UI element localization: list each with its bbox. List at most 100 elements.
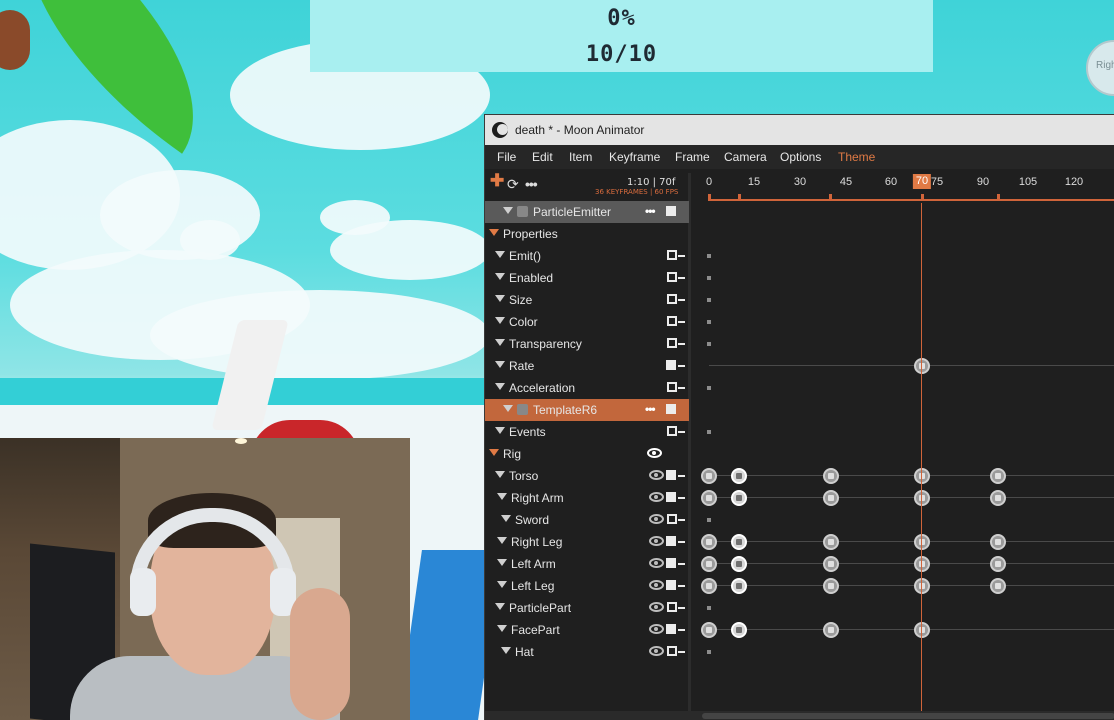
timeline-row-torso[interactable]	[692, 465, 1114, 487]
tree-row-acceleration[interactable]: Acceleration	[485, 377, 689, 399]
eye-icon[interactable]	[649, 558, 664, 568]
keyframe[interactable]	[701, 468, 717, 484]
expand-arrow-icon[interactable]	[495, 603, 505, 610]
tree-row-right-leg[interactable]: Right Leg	[485, 531, 689, 553]
keyframe[interactable]	[701, 556, 717, 572]
track-toggle[interactable]	[666, 470, 676, 480]
keyframe[interactable]	[822, 468, 839, 484]
track-toggle[interactable]	[667, 426, 677, 436]
menu-theme[interactable]: Theme	[838, 150, 875, 164]
tree-row-rate[interactable]: Rate	[485, 355, 689, 377]
expand-arrow-icon[interactable]	[495, 383, 505, 390]
tree-row-transparency[interactable]: Transparency	[485, 333, 689, 355]
timeline-row-right-leg[interactable]	[692, 531, 1114, 553]
track-toggle[interactable]	[667, 602, 677, 612]
tree-row-torso[interactable]: Torso	[485, 465, 689, 487]
plus-icon[interactable]: ✚	[490, 172, 504, 189]
eye-icon[interactable]	[649, 492, 664, 502]
timeline-row-emit[interactable]	[692, 245, 1114, 267]
keyframe[interactable]	[701, 578, 717, 594]
menu-edit[interactable]: Edit	[532, 150, 553, 164]
timeline-row-size[interactable]	[692, 289, 1114, 311]
playhead-line[interactable]	[921, 203, 922, 720]
eye-icon[interactable]	[649, 602, 664, 612]
timeline-row-properties[interactable]	[692, 223, 1114, 245]
tree-row-rig[interactable]: Rig	[485, 443, 689, 465]
expand-arrow-icon[interactable]	[501, 647, 511, 654]
timeline-row-hat[interactable]	[692, 641, 1114, 663]
expand-arrow-icon[interactable]	[489, 229, 499, 236]
keyframe-timeline[interactable]	[692, 201, 1114, 720]
track-toggle[interactable]	[667, 272, 677, 282]
keyframe[interactable]	[989, 578, 1006, 594]
expand-arrow-icon[interactable]	[503, 207, 513, 214]
timeline-ruler[interactable]: 0 15 30 45 60 75 90 105 120 70	[692, 169, 1114, 203]
keyframe[interactable]	[701, 490, 717, 506]
tree-row-left-leg[interactable]: Left Leg	[485, 575, 689, 597]
track-toggle[interactable]	[666, 536, 676, 546]
keyframe[interactable]	[822, 622, 839, 638]
expand-arrow-icon[interactable]	[495, 317, 505, 324]
expand-arrow-icon[interactable]	[497, 625, 507, 632]
timeline-row-events[interactable]	[692, 421, 1114, 443]
timeline-row-enabled[interactable]	[692, 267, 1114, 289]
keyframe[interactable]	[731, 468, 748, 484]
eye-icon[interactable]	[649, 470, 664, 480]
keyframe[interactable]	[731, 578, 748, 594]
tree-row-properties[interactable]: Properties	[485, 223, 689, 245]
track-toggle[interactable]	[667, 294, 677, 304]
timeline-row-rig[interactable]	[692, 443, 1114, 465]
keyframe[interactable]	[822, 534, 839, 550]
expand-arrow-icon[interactable]	[495, 361, 505, 368]
keyframe[interactable]	[989, 490, 1006, 506]
menu-item[interactable]: Item	[569, 150, 592, 164]
track-toggle[interactable]	[666, 492, 676, 502]
more-icon[interactable]: •••	[645, 402, 656, 416]
eye-icon[interactable]	[649, 514, 664, 524]
select-checkbox[interactable]	[666, 404, 676, 414]
track-toggle[interactable]	[666, 624, 676, 634]
keyframe[interactable]	[822, 556, 839, 572]
keyframe[interactable]	[731, 534, 748, 550]
track-toggle[interactable]	[667, 316, 677, 326]
eye-icon[interactable]	[649, 624, 664, 634]
tree-row-particlepart[interactable]: ParticlePart	[485, 597, 689, 619]
timeline-row-particlepart[interactable]	[692, 597, 1114, 619]
player-avatar[interactable]: Righ	[1086, 40, 1114, 96]
timeline-row-color[interactable]	[692, 311, 1114, 333]
keyframe[interactable]	[731, 622, 748, 638]
tree-row-particleemitter[interactable]: ParticleEmitter •••	[485, 201, 689, 223]
expand-arrow-icon[interactable]	[495, 273, 505, 280]
expand-arrow-icon[interactable]	[503, 405, 513, 412]
timeline-row-templater6[interactable]	[692, 399, 1114, 421]
tree-row-sword[interactable]: Sword	[485, 509, 689, 531]
timeline-row-sword[interactable]	[692, 509, 1114, 531]
track-toggle[interactable]	[666, 360, 676, 370]
track-toggle[interactable]	[666, 558, 676, 568]
timeline-row-left-leg[interactable]	[692, 575, 1114, 597]
menu-keyframe[interactable]: Keyframe	[609, 150, 660, 164]
tree-row-hat[interactable]: Hat	[485, 641, 689, 663]
timeline-row-particleemitter[interactable]	[692, 201, 1114, 223]
keyframe[interactable]	[731, 490, 748, 506]
timeline-row-acceleration[interactable]	[692, 377, 1114, 399]
eye-icon[interactable]	[649, 646, 664, 656]
loop-icon[interactable]: ⟳	[507, 177, 519, 191]
expand-arrow-icon[interactable]	[497, 559, 507, 566]
tree-row-right-arm[interactable]: Right Arm	[485, 487, 689, 509]
keyframe[interactable]	[822, 578, 839, 594]
timeline-row-rate[interactable]	[692, 355, 1114, 377]
current-frame-badge[interactable]: 70	[912, 174, 932, 189]
menu-frame[interactable]: Frame	[675, 150, 710, 164]
keyframe[interactable]	[822, 490, 839, 506]
keyframe[interactable]	[989, 534, 1006, 550]
timeline-row-right-arm[interactable]	[692, 487, 1114, 509]
expand-arrow-icon[interactable]	[495, 427, 505, 434]
track-toggle[interactable]	[667, 250, 677, 260]
timeline-scrollbar[interactable]	[702, 713, 1114, 719]
timeline-row-transparency[interactable]	[692, 333, 1114, 355]
eye-icon[interactable]	[649, 536, 664, 546]
tree-row-facepart[interactable]: FacePart	[485, 619, 689, 641]
track-toggle[interactable]	[667, 382, 677, 392]
expand-arrow-icon[interactable]	[495, 339, 505, 346]
